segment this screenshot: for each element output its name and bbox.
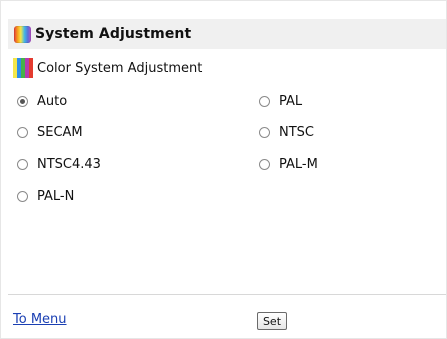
radio-button[interactable] (17, 190, 28, 202)
color-bar (29, 58, 33, 78)
section-header: Color System Adjustment (13, 56, 202, 80)
radio-button[interactable] (17, 126, 28, 138)
radio-option-pal[interactable]: PAL (259, 91, 302, 111)
radio-option-pal-m[interactable]: PAL-M (259, 154, 318, 174)
footer-divider (8, 294, 446, 295)
window-frame: System Adjustment Color System Adjustmen… (0, 0, 447, 339)
color-gradient-icon (14, 25, 31, 43)
radio-button[interactable] (259, 158, 270, 170)
radio-label-ntsc443: NTSC4.43 (37, 156, 101, 172)
radio-option-ntsc[interactable]: NTSC (259, 122, 314, 142)
page-header: System Adjustment (8, 19, 446, 49)
radio-label-pal-m: PAL-M (279, 156, 318, 172)
radio-option-secam[interactable]: SECAM (17, 122, 83, 142)
radio-label-ntsc: NTSC (279, 124, 314, 140)
radio-label-pal: PAL (279, 93, 303, 109)
section-title: Color System Adjustment (37, 60, 203, 76)
radio-button[interactable] (259, 126, 270, 138)
radio-option-ntsc443[interactable]: NTSC4.43 (17, 154, 101, 174)
radio-label-auto: Auto (37, 93, 68, 109)
radio-button[interactable] (17, 158, 28, 170)
radio-button-checked[interactable] (17, 95, 28, 107)
radio-option-auto[interactable]: Auto (17, 91, 67, 111)
radio-option-pal-n[interactable]: PAL-N (17, 186, 74, 206)
radio-label-secam: SECAM (37, 124, 83, 140)
set-button[interactable]: Set (257, 312, 287, 330)
radio-label-pal-n: PAL-N (37, 188, 75, 204)
page-title: System Adjustment (35, 26, 192, 42)
to-menu-link[interactable]: To Menu (13, 312, 67, 327)
color-bars-icon (13, 58, 33, 78)
radio-button[interactable] (259, 95, 270, 107)
